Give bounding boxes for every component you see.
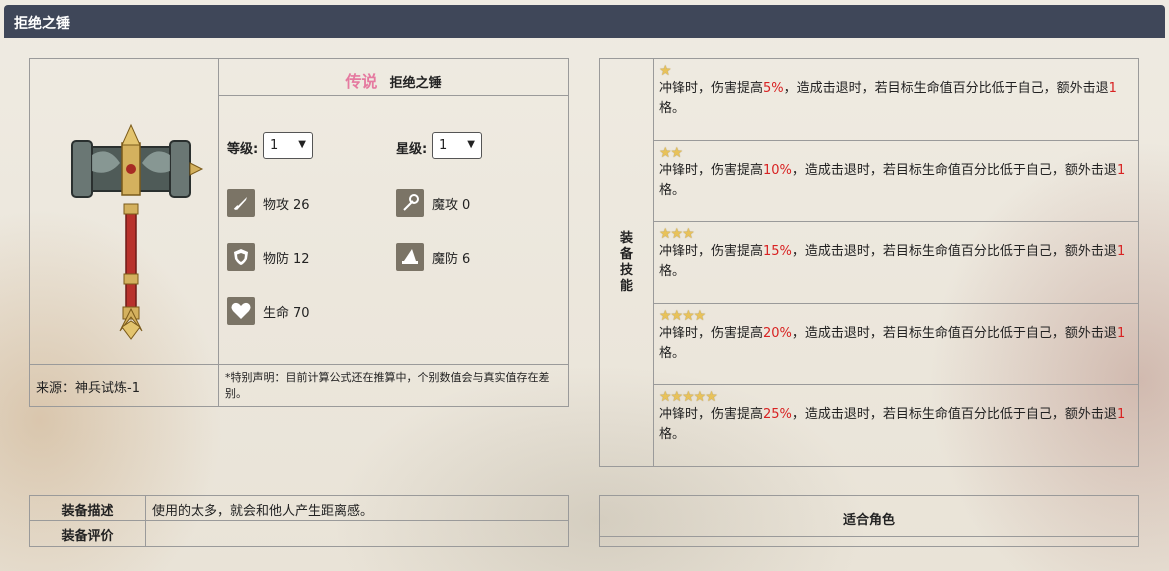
item-image-cell	[30, 59, 219, 365]
skill-text: 冲锋时，伤害提高	[659, 244, 764, 259]
skill-text: 格。	[659, 427, 686, 442]
skill-text: 格。	[659, 264, 686, 279]
star-rating-icon: ★★★★★	[659, 389, 718, 405]
skills-label-cell: 装备技能	[600, 59, 654, 466]
skill-row-5star: ★★★★★ 冲锋时，伤害提高25%，造成击退时，若目标生命值百分比低于自己，额外…	[654, 385, 1138, 466]
star-label: 星级:	[396, 142, 428, 157]
level-select[interactable]: 1 ▼	[263, 132, 313, 159]
skill-text: 格。	[659, 346, 686, 361]
star-rating-icon: ★★★	[659, 226, 695, 242]
skill-text: 格。	[659, 183, 686, 198]
skills-label: 装备技能	[619, 230, 633, 294]
rarity-badge: 传说	[345, 72, 378, 91]
skill-text: 冲锋时，伤害提高	[659, 163, 764, 178]
skill-percent: 15%	[763, 244, 792, 259]
stat-health: 生命 70	[227, 296, 310, 326]
heart-icon	[227, 297, 255, 325]
stats-panel: 等级: 1 ▼ 星级: 1 ▼ 物攻 26 魔攻 0 物防 12 魔防 6 生命…	[219, 96, 568, 365]
wizard-hat-icon	[396, 243, 424, 271]
skill-text: 格。	[659, 101, 686, 116]
window-title: 拒绝之锤	[4, 5, 1165, 38]
suitable-roles-table: 适合角色	[599, 495, 1139, 547]
stat-physical-attack: 物攻 26	[227, 188, 310, 218]
star-rating-icon: ★★★★	[659, 308, 706, 324]
star-value: 1	[439, 138, 448, 153]
skill-text: ，造成击退时，若目标生命值百分比低于自己，额外击退	[791, 407, 1117, 422]
stat-label: 物防	[263, 251, 290, 267]
stat-magic-attack: 魔攻 0	[396, 188, 470, 218]
description-label: 装备描述	[30, 496, 146, 521]
skill-text: ，造成击退时，若目标生命值百分比低于自己，额外击退	[783, 81, 1109, 96]
skill-row-4star: ★★★★ 冲锋时，伤害提高20%，造成击退时，若目标生命值百分比低于自己，额外击…	[654, 304, 1138, 385]
skill-number: 1	[1116, 407, 1126, 422]
equipment-info-table: 来源：神兵试炼-1 传说 拒绝之锤 等级: 1 ▼ 星级: 1 ▼ 物攻 26 魔…	[29, 58, 569, 407]
stat-label: 魔攻	[432, 197, 459, 213]
skill-percent: 5%	[763, 81, 784, 96]
stat-physical-defense: 物防 12	[227, 242, 310, 272]
item-name-header: 传说 拒绝之锤	[219, 59, 568, 96]
skill-text: 冲锋时，伤害提高	[659, 407, 764, 422]
stat-value: 6	[462, 251, 471, 267]
rating-label: 装备评价	[30, 521, 146, 546]
skill-number: 1	[1116, 244, 1126, 259]
stat-value: 0	[462, 197, 471, 213]
skill-number: 1	[1116, 163, 1126, 178]
stat-value: 70	[293, 305, 310, 321]
description-value: 使用的太多，就会和他人产生距离感。	[152, 504, 374, 519]
skill-number: 1	[1116, 326, 1126, 341]
skill-row-2star: ★★ 冲锋时，伤害提高10%，造成击退时，若目标生命值百分比低于自己，额外击退1…	[654, 141, 1138, 222]
star-rating-icon: ★★	[659, 145, 683, 161]
stat-label: 物攻	[263, 197, 290, 213]
description-row: 装备描述 使用的太多，就会和他人产生距离感。	[30, 496, 568, 521]
staff-icon	[396, 189, 424, 217]
suitable-roles-label: 适合角色	[600, 496, 1138, 537]
skill-text: ，造成击退时，若目标生命值百分比低于自己，额外击退	[791, 244, 1117, 259]
item-source: 来源：神兵试炼-1	[30, 365, 219, 406]
skill-text: 冲锋时，伤害提高	[659, 81, 764, 96]
chevron-down-icon: ▼	[467, 139, 475, 150]
hammer-icon	[71, 123, 204, 340]
stat-value: 26	[293, 197, 310, 213]
skill-text: 冲锋时，伤害提高	[659, 326, 764, 341]
skill-percent: 10%	[763, 163, 792, 178]
stat-value: 12	[293, 251, 310, 267]
skill-row-1star: ★ 冲锋时，伤害提高5%，造成击退时，若目标生命值百分比低于自己，额外击退1 格。	[654, 59, 1138, 141]
item-name: 拒绝之锤	[389, 76, 442, 91]
level-value: 1	[270, 138, 279, 153]
skill-text: ，造成击退时，若目标生命值百分比低于自己，额外击退	[791, 163, 1117, 178]
skill-row-3star: ★★★ 冲锋时，伤害提高15%，造成击退时，若目标生命值百分比低于自己，额外击退…	[654, 222, 1138, 304]
level-label: 等级:	[227, 142, 259, 157]
rating-row: 装备评价	[30, 521, 568, 546]
sword-icon	[227, 189, 255, 217]
shield-icon	[227, 243, 255, 271]
stat-label: 生命	[263, 305, 290, 321]
skill-percent: 20%	[763, 326, 792, 341]
star-rating-icon: ★	[659, 63, 672, 79]
skill-number: 1	[1108, 81, 1117, 96]
equipment-description-table: 装备描述 使用的太多，就会和他人产生距离感。 装备评价	[29, 495, 569, 547]
star-select[interactable]: 1 ▼	[432, 132, 482, 159]
chevron-down-icon: ▼	[298, 139, 306, 150]
skill-text: ，造成击退时，若目标生命值百分比低于自己，额外击退	[791, 326, 1117, 341]
stat-label: 魔防	[432, 251, 459, 267]
skill-percent: 25%	[763, 407, 792, 422]
disclaimer-note: *特别声明：目前计算公式还在推算中，个别数值会与真实值存在差别。	[225, 371, 550, 400]
equipment-skills-table: 装备技能 ★ 冲锋时，伤害提高5%，造成击退时，若目标生命值百分比低于自己，额外…	[599, 58, 1139, 467]
stat-magic-defense: 魔防 6	[396, 242, 470, 272]
